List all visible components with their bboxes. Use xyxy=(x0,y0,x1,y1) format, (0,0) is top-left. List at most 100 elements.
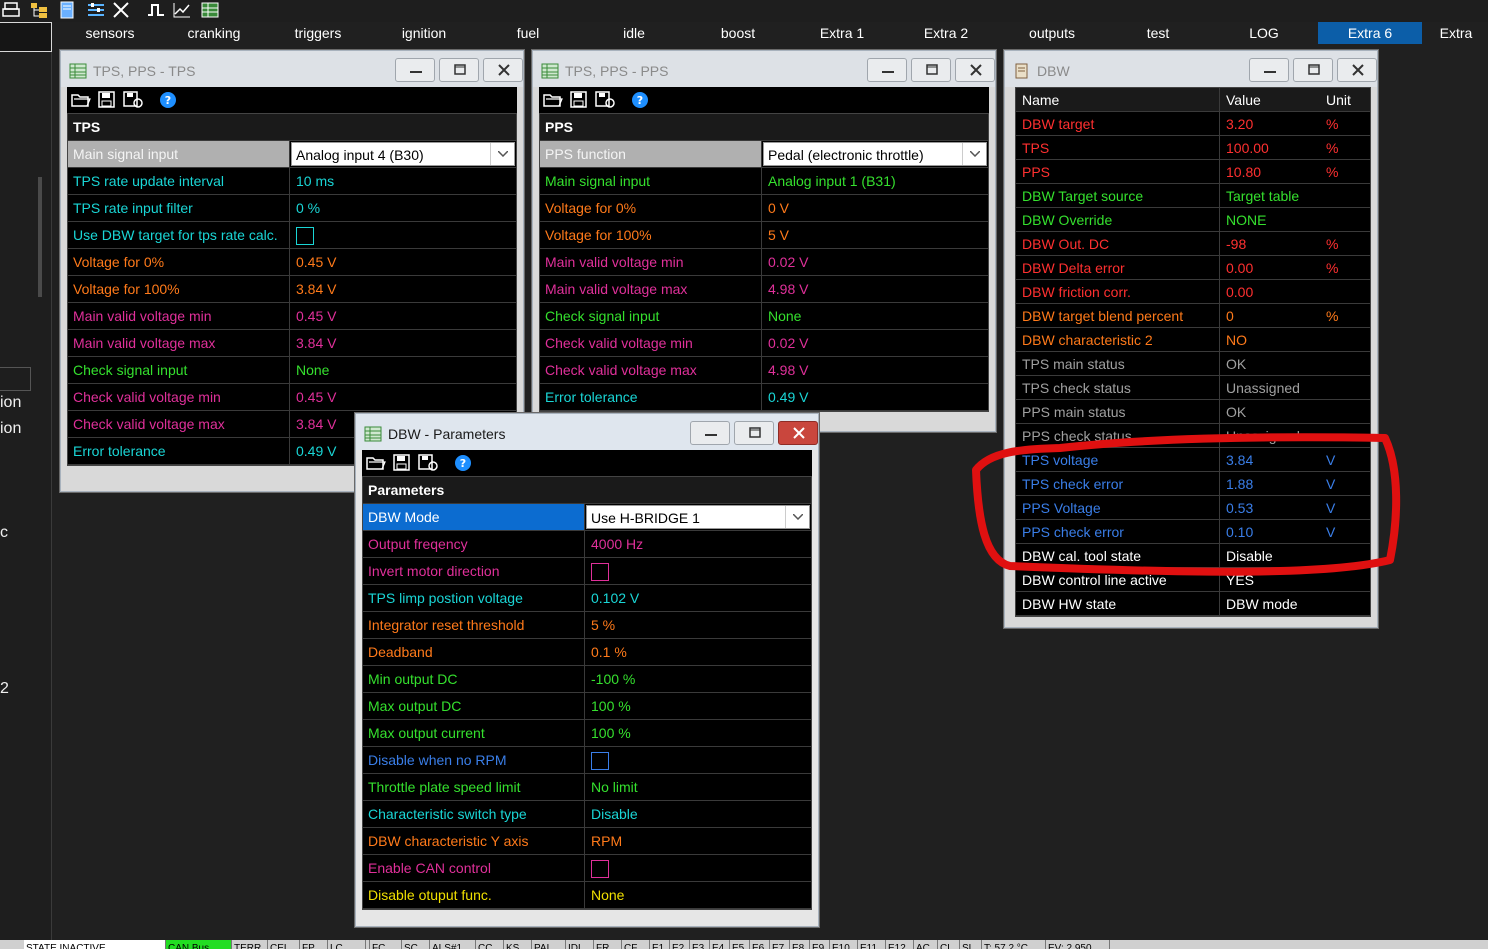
parameter-row[interactable]: Main signal input Analog input 1 (B31) xyxy=(540,168,988,195)
table-row[interactable]: DBW Delta error 0.00% xyxy=(1016,256,1370,280)
parameter-row[interactable]: Disable otuput func. None xyxy=(363,882,811,909)
parameter-dropdown[interactable]: Pedal (electronic throttle) xyxy=(763,142,987,166)
table-row[interactable]: DBW friction corr. 0.00 xyxy=(1016,280,1370,304)
tab-extra[interactable]: Extra xyxy=(1424,22,1488,44)
close-button[interactable] xyxy=(955,58,995,82)
tab-ignition[interactable]: ignition xyxy=(372,22,476,44)
tab-sensors[interactable]: sensors xyxy=(58,22,162,44)
sliders-icon[interactable] xyxy=(86,1,106,19)
table-row[interactable]: DBW control line active YES xyxy=(1016,568,1370,592)
parameter-value[interactable]: 3.84 V xyxy=(291,330,516,356)
pps-window[interactable]: TPS, PPS - PPS? PPS PPS function Pedal (ele… xyxy=(532,50,996,432)
tab-extra-6[interactable]: Extra 6 xyxy=(1318,22,1422,44)
dbw-parameters-window[interactable]: DBW - Parameters? Parameters DBW Mode Use H… xyxy=(355,413,819,927)
column-header-unit[interactable]: Unit xyxy=(1320,88,1372,111)
parameter-value[interactable]: None xyxy=(763,303,988,329)
maximize-button[interactable] xyxy=(439,58,479,82)
parameter-row[interactable]: Invert motor direction xyxy=(363,558,811,585)
table-row[interactable]: TPS check error 1.88 V xyxy=(1016,472,1370,496)
table-row[interactable]: PPS check status Unassigned xyxy=(1016,424,1370,448)
window-titlebar[interactable]: DBW xyxy=(1005,51,1377,87)
parameter-row[interactable]: Deadband 0.1 % xyxy=(363,639,811,666)
save-icon[interactable] xyxy=(392,454,412,472)
table-row[interactable]: DBW cal. tool state Disable xyxy=(1016,544,1370,568)
parameter-row[interactable]: Voltage for 0% 0.45 V xyxy=(68,249,516,276)
column-header-name[interactable]: Name xyxy=(1016,88,1220,111)
parameter-row[interactable]: Main valid voltage max 4.98 V xyxy=(540,276,988,303)
parameter-value[interactable]: 0.102 V xyxy=(586,585,811,611)
parameter-row[interactable]: Check valid voltage min 0.45 V xyxy=(68,384,516,411)
parameter-value[interactable]: No limit xyxy=(586,774,811,800)
parameter-row[interactable]: Max output current 100 % xyxy=(363,720,811,747)
open-folder-icon[interactable] xyxy=(71,91,91,109)
parameter-row[interactable]: Check signal input None xyxy=(68,357,516,384)
save-as-icon[interactable] xyxy=(418,454,438,472)
parameter-value[interactable]: 4000 Hz xyxy=(586,531,811,557)
minimize-button[interactable] xyxy=(395,58,435,82)
table-row[interactable]: TPS voltage 3.84 V xyxy=(1016,448,1370,472)
save-as-icon[interactable] xyxy=(595,91,615,109)
minimize-button[interactable] xyxy=(690,421,730,445)
parameter-row[interactable]: Use DBW target for tps rate calc. xyxy=(68,222,516,249)
help-icon[interactable]: ? xyxy=(159,91,179,109)
parameter-row[interactable]: Voltage for 0% 0 V xyxy=(540,195,988,222)
parameter-row[interactable]: Check signal input None xyxy=(540,303,988,330)
document-icon[interactable] xyxy=(58,1,78,19)
parameter-dropdown[interactable]: Analog input 4 (B30) xyxy=(291,142,515,166)
table-row[interactable]: TPS check status Unassigned xyxy=(1016,376,1370,400)
open-folder-icon[interactable] xyxy=(366,454,386,472)
left-panel-scrollbar[interactable] xyxy=(38,177,42,297)
pulse-icon[interactable] xyxy=(146,1,166,19)
tab-log[interactable]: LOG xyxy=(1212,22,1316,44)
parameter-value[interactable]: 0.45 V xyxy=(291,384,516,410)
tools-icon[interactable] xyxy=(112,1,132,19)
parameter-value[interactable]: None xyxy=(586,882,811,908)
table-row[interactable]: TPS main status OK xyxy=(1016,352,1370,376)
table-row[interactable]: PPS Voltage 0.53 V xyxy=(1016,496,1370,520)
parameter-value[interactable]: 5 V xyxy=(763,222,988,248)
parameter-row[interactable]: Enable CAN control xyxy=(363,855,811,882)
column-header-value[interactable]: Value xyxy=(1220,88,1320,111)
open-folder-icon[interactable] xyxy=(543,91,563,109)
parameter-row[interactable]: Check valid voltage min 0.02 V xyxy=(540,330,988,357)
table-row[interactable]: DBW Out. DC -98% xyxy=(1016,232,1370,256)
parameter-row[interactable]: Min output DC -100 % xyxy=(363,666,811,693)
close-button[interactable] xyxy=(778,421,818,445)
parameter-row[interactable]: Max output DC 100 % xyxy=(363,693,811,720)
maximize-button[interactable] xyxy=(734,421,774,445)
parameter-value[interactable]: 3.84 V xyxy=(291,276,516,302)
parameter-value[interactable]: 4.98 V xyxy=(763,276,988,302)
parameter-value[interactable]: 0 % xyxy=(291,195,516,221)
parameter-row[interactable]: Voltage for 100% 5 V xyxy=(540,222,988,249)
parameter-value[interactable]: 100 % xyxy=(586,720,811,746)
maximize-button[interactable] xyxy=(911,58,951,82)
parameter-row[interactable]: Main valid voltage min 0.45 V xyxy=(68,303,516,330)
table-icon[interactable] xyxy=(200,1,220,19)
window-titlebar[interactable]: TPS, PPS - TPS xyxy=(61,51,523,87)
table-row[interactable]: DBW target 3.20% xyxy=(1016,112,1370,136)
tab-triggers[interactable]: triggers xyxy=(266,22,370,44)
parameter-value[interactable]: -100 % xyxy=(586,666,811,692)
parameter-row[interactable]: DBW Mode Use H-BRIDGE 1 xyxy=(363,504,811,531)
table-row[interactable]: DBW HW state DBW mode xyxy=(1016,592,1370,616)
parameter-row[interactable]: PPS function Pedal (electronic throttle) xyxy=(540,141,988,168)
table-row[interactable]: PPS 10.80% xyxy=(1016,160,1370,184)
parameter-value[interactable]: 0.02 V xyxy=(763,249,988,275)
tab-boost[interactable]: boost xyxy=(686,22,790,44)
parameter-row[interactable]: TPS rate input filter 0 % xyxy=(68,195,516,222)
parameter-row[interactable]: Throttle plate speed limit No limit xyxy=(363,774,811,801)
parameter-row[interactable]: TPS rate update interval 10 ms xyxy=(68,168,516,195)
print-icon[interactable] xyxy=(2,1,22,19)
table-row[interactable]: DBW characteristic 2 NO xyxy=(1016,328,1370,352)
table-row[interactable]: PPS main status OK xyxy=(1016,400,1370,424)
parameter-value[interactable]: 0.45 V xyxy=(291,303,516,329)
parameter-value[interactable]: None xyxy=(291,357,516,383)
parameter-row[interactable]: Error tolerance 0.49 V xyxy=(540,384,988,411)
parameter-row[interactable]: DBW characteristic Y axis RPM xyxy=(363,828,811,855)
table-row[interactable]: DBW target blend percent 0% xyxy=(1016,304,1370,328)
tab-outputs[interactable]: outputs xyxy=(1000,22,1104,44)
window-titlebar[interactable]: TPS, PPS - PPS xyxy=(533,51,995,87)
window-titlebar[interactable]: DBW - Parameters xyxy=(356,414,818,450)
chevron-down-icon[interactable] xyxy=(785,506,809,528)
tab-idle[interactable]: idle xyxy=(582,22,686,44)
